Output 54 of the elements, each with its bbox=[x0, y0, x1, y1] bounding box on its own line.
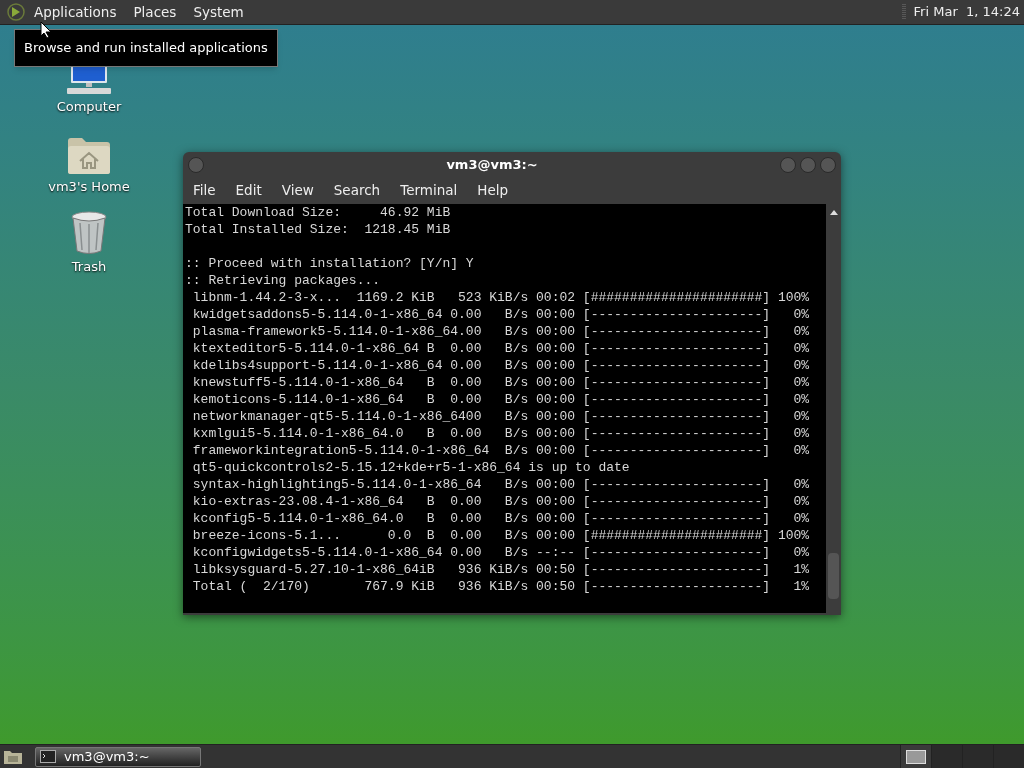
minimize-button[interactable] bbox=[780, 157, 796, 173]
panel-handle-icon[interactable] bbox=[901, 3, 906, 21]
close-button[interactable] bbox=[820, 157, 836, 173]
menu-item[interactable]: File bbox=[193, 179, 216, 201]
terminal-line: :: Proceed with installation? [Y/n] Y bbox=[185, 255, 475, 272]
terminal-line: Total Installed Size: 1218.45 MiB bbox=[185, 221, 452, 238]
terminal-line: kconfig5-5.114.0-1-x86_64.0 B 0.00 B/s 00:00 [----------------------] 0% bbox=[191, 510, 811, 527]
desktop-icon-label[interactable]: Trash bbox=[71, 259, 107, 275]
terminal-line: networkmanager-qt5-5.114.0-1-x86_6400 B/s 00:00 [----------------------] 0% bbox=[191, 408, 811, 425]
menu-item[interactable]: Terminal bbox=[400, 179, 458, 201]
terminal-line: knewstuff5-5.114.0-1-x86_64 B 0.00 B/s 00:00 [----------------------] 0% bbox=[191, 374, 811, 391]
panel-menu[interactable]: System bbox=[193, 1, 244, 23]
terminal-line: syntax-highlighting5-5.114.0-1-x86_64 B/s 00:00 [----------------------] 0% bbox=[191, 476, 811, 493]
window-menu-button[interactable] bbox=[188, 157, 204, 173]
show-desktop-icon[interactable] bbox=[3, 748, 23, 765]
scrollbar[interactable] bbox=[826, 204, 841, 613]
panel-menu[interactable]: Places bbox=[133, 1, 177, 23]
terminal-line: :: Retrieving packages... bbox=[185, 272, 382, 289]
taskbar-button[interactable]: vm3@vm3:~ bbox=[35, 746, 201, 767]
trash-icon bbox=[70, 211, 108, 255]
clock[interactable]: Fri Mar 1, 14:24 bbox=[913, 2, 1020, 22]
terminal-line: kxmlgui5-5.114.0-1-x86_64.0 B 0.00 B/s 00:00 [----------------------] 0% bbox=[191, 425, 811, 442]
terminal-line: kwidgetsaddons5-5.114.0-1-x86_64 0.00 B/s 00:00 [----------------------] 0% bbox=[191, 306, 811, 323]
terminal-line: plasma-framework5-5.114.0-1-x86_64.00 B/s 00:00 [----------------------] 0% bbox=[191, 323, 811, 340]
terminal-line: kemoticons-5.114.0-1-x86_64 B 0.00 B/s 00:00 [----------------------] 0% bbox=[191, 391, 811, 408]
menu-item[interactable]: Help bbox=[477, 179, 509, 201]
scroll-thumb[interactable] bbox=[828, 553, 839, 599]
menu-item[interactable]: Edit bbox=[235, 179, 262, 201]
terminal-line: kio-extras-23.08.4-1-x86_64 B 0.00 B/s 00:00 [----------------------] 0% bbox=[191, 493, 811, 510]
terminal-line: libksysguard-5.27.10-1-x86_64iB 936 KiB/s 00:50 [----------------------] 1% bbox=[191, 561, 811, 578]
panel-menu[interactable]: Applications bbox=[34, 1, 117, 23]
terminal-line: ktexteditor5-5.114.0-1-x86_64 B 0.00 B/s 00:00 [----------------------] 0% bbox=[191, 340, 811, 357]
menu-item[interactable]: Search bbox=[333, 179, 381, 201]
terminal-icon bbox=[40, 750, 56, 763]
desktop-icon-label[interactable]: vm3's Home bbox=[48, 179, 130, 195]
workspace[interactable] bbox=[900, 745, 931, 768]
scroll-up-icon[interactable] bbox=[828, 208, 839, 216]
terminal-line: Total Download Size: 46.92 MiB bbox=[185, 204, 452, 221]
desktop-icon-label[interactable]: Computer bbox=[56, 99, 122, 115]
mouse-cursor-icon bbox=[40, 21, 52, 39]
terminal-line: breeze-icons-5.1... 0.0 B 0.00 B/s 00:00 [######################] 100% bbox=[191, 527, 811, 544]
maximize-button[interactable] bbox=[800, 157, 816, 173]
tooltip: Browse and run installed applications bbox=[14, 29, 278, 67]
terminal-line: Total ( 2/170) 767.9 KiB 936 KiB/s 00:50 [----------------------] 1% bbox=[191, 578, 811, 595]
menu-item[interactable]: View bbox=[281, 179, 314, 201]
menu-logo-icon[interactable] bbox=[6, 2, 26, 22]
terminal-line: libnm-1.44.2-3-x... 1169.2 KiB 523 KiB/s 00:02 [######################] 100% bbox=[191, 289, 811, 306]
terminal-line: frameworkintegration5-5.114.0-1-x86_64 B/s 00:00 [----------------------] 0% bbox=[191, 442, 811, 459]
window-thumbnail-icon bbox=[906, 749, 926, 764]
terminal-line: kdelibs4support-5.114.0-1-x86_64 0.00 B/s 00:00 [----------------------] 0% bbox=[191, 357, 811, 374]
window-title: vm3@vm3:~ bbox=[445, 156, 539, 175]
terminal-line: kconfigwidgets5-5.114.0-1-x86_64 0.00 B/s --:-- [----------------------] 0% bbox=[191, 544, 811, 561]
home-folder-icon bbox=[66, 137, 112, 175]
terminal-line: qt5-quickcontrols2-5.15.12+kde+r5-1-x86_64 is up to date bbox=[191, 459, 631, 476]
